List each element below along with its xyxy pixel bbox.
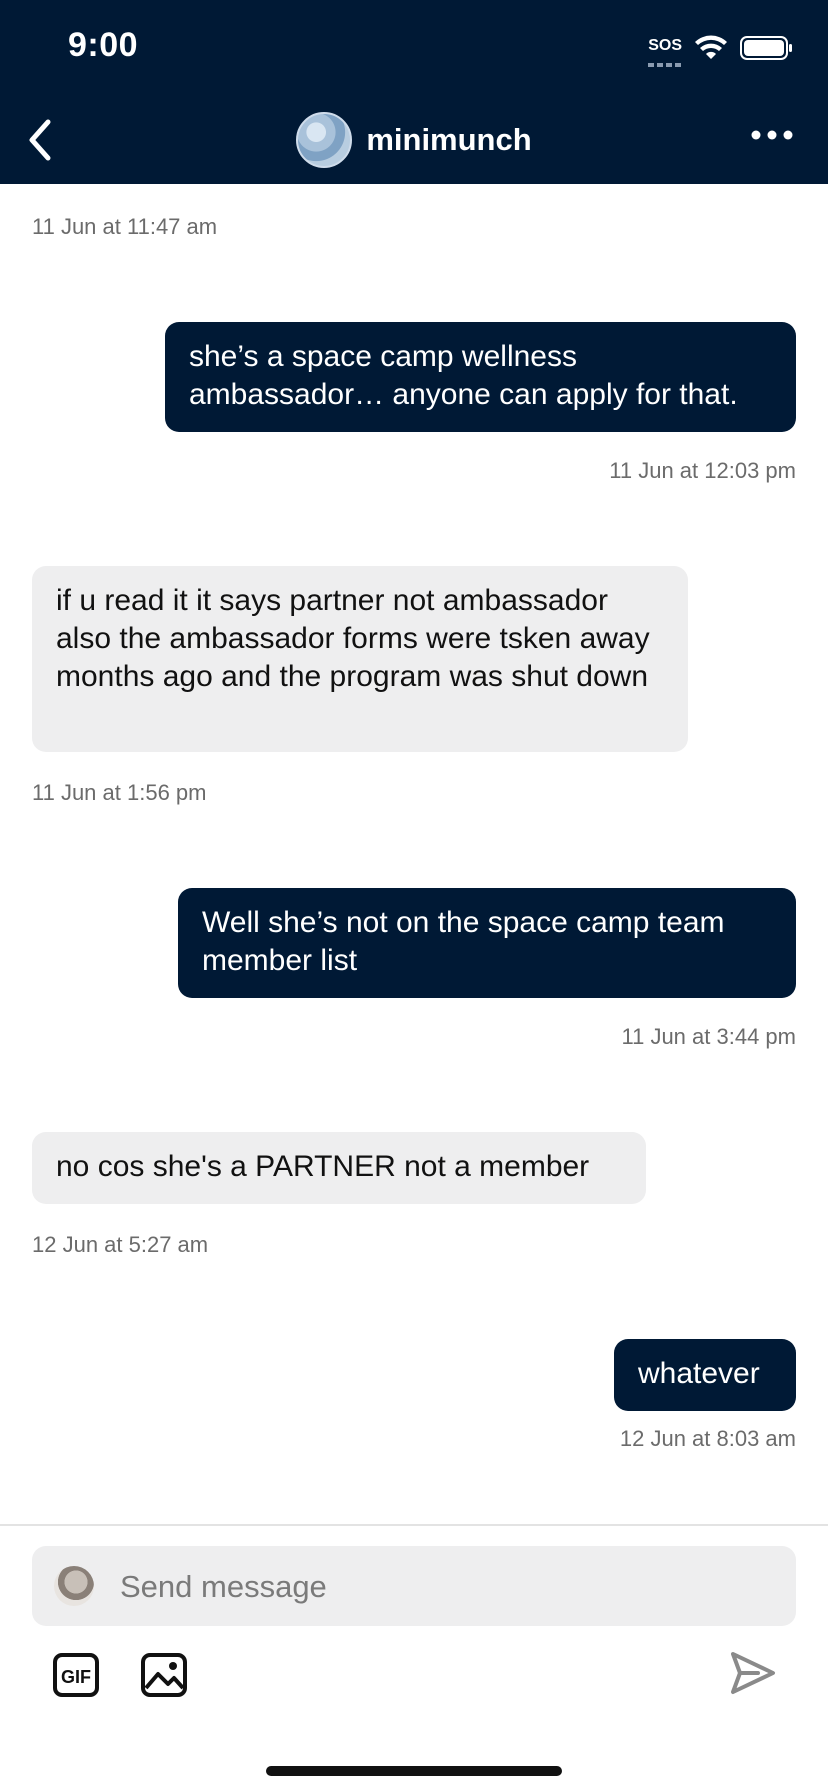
more-options-button[interactable] <box>750 124 794 146</box>
outgoing-message-bubble[interactable]: Well she’s not on the space camp team me… <box>178 888 796 998</box>
image-icon <box>141 1653 187 1697</box>
conversation-title[interactable]: minimunch <box>0 112 828 168</box>
wifi-icon <box>695 35 727 59</box>
status-time: 9:00 <box>68 26 139 64</box>
user-avatar <box>54 1566 94 1606</box>
gif-icon: GIF <box>53 1653 99 1697</box>
message-timestamp: 11 Jun at 3:44 pm <box>621 1024 797 1049</box>
more-dots-icon <box>751 130 793 140</box>
message-composer[interactable] <box>32 1546 796 1628</box>
svg-text:GIF: GIF <box>61 1667 91 1687</box>
sos-indicator: SOS <box>648 37 683 67</box>
message-timestamp: 12 Jun at 8:03 am <box>619 1426 796 1451</box>
message-timestamp: 11 Jun at 11:47 am <box>32 214 218 239</box>
home-indicator[interactable] <box>266 1766 562 1776</box>
gif-button[interactable]: GIF <box>52 1652 100 1698</box>
message-input[interactable] <box>118 1546 762 1628</box>
composer-divider <box>0 1524 828 1526</box>
signal-dots-icon <box>648 63 683 67</box>
battery-icon <box>740 36 792 60</box>
outgoing-message-bubble[interactable]: she’s a space camp wellness ambassador… … <box>165 322 796 432</box>
incoming-message-bubble[interactable]: no cos she's a PARTNER not a member <box>32 1132 646 1204</box>
status-icons: SOS <box>648 30 794 67</box>
blog-avatar[interactable] <box>296 112 353 168</box>
sos-label: SOS <box>648 37 682 54</box>
outgoing-message-bubble[interactable]: whatever <box>614 1339 796 1411</box>
send-icon <box>731 1652 775 1694</box>
send-button[interactable] <box>728 1648 778 1698</box>
header: 9:00 SOS minimunch <box>0 0 828 184</box>
message-timestamp: 12 Jun at 5:27 am <box>32 1232 209 1257</box>
message-timestamp: 11 Jun at 12:03 pm <box>609 458 796 483</box>
image-button[interactable] <box>140 1652 188 1698</box>
incoming-message-bubble[interactable]: if u read it it says partner not ambassa… <box>32 566 688 752</box>
blog-name[interactable]: minimunch <box>366 122 531 158</box>
message-timestamp: 11 Jun at 1:56 pm <box>32 780 207 805</box>
